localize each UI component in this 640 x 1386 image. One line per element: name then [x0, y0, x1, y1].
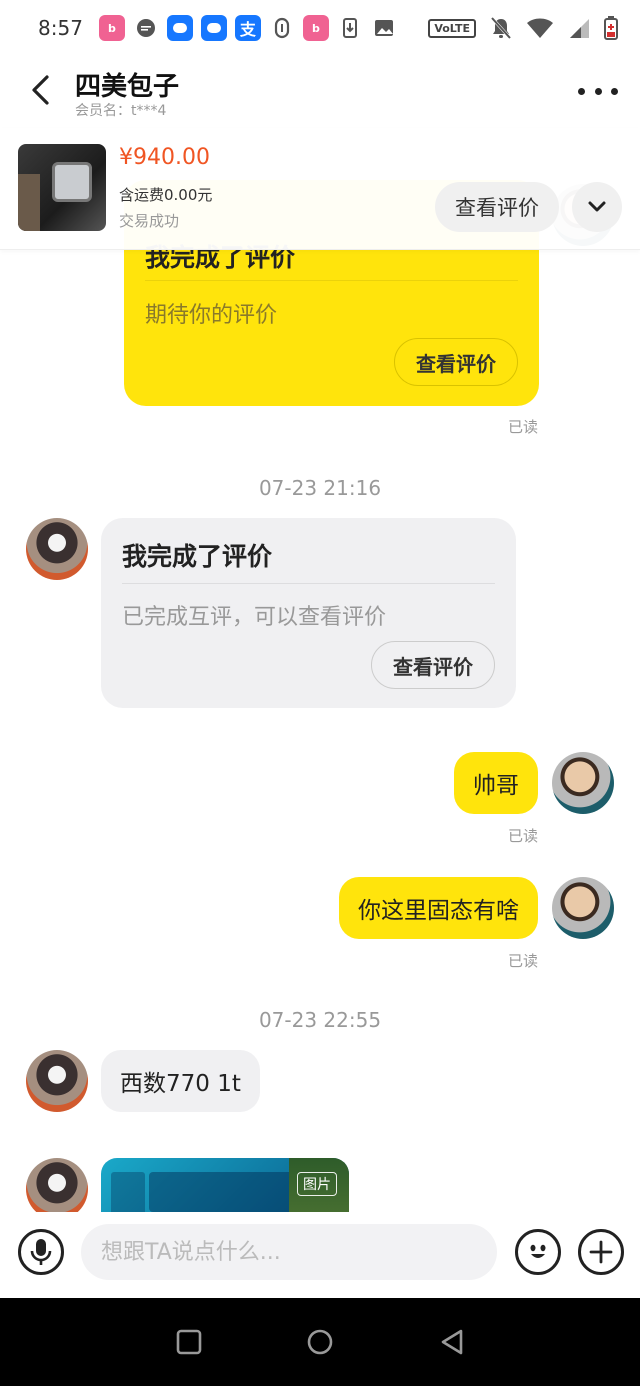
app-notification-icon-2 [200, 15, 227, 41]
product-price: ¥940.00 [119, 145, 210, 170]
recents-icon [176, 1329, 202, 1355]
member-name: 会员名：t***4 [75, 103, 167, 119]
signal-icon [570, 19, 589, 38]
system-nav-bar [0, 1298, 640, 1386]
microphone-icon [30, 1239, 52, 1265]
battery-icon [604, 16, 618, 40]
voice-button[interactable] [18, 1229, 64, 1275]
view-review-button[interactable]: 查看评价 [371, 641, 495, 689]
mute-icon [490, 16, 512, 40]
chat-header: 四美包子 会员名：t***4 [0, 56, 640, 128]
add-button[interactable] [578, 1229, 624, 1275]
plus-icon [589, 1240, 613, 1264]
my-avatar[interactable] [552, 877, 614, 939]
back-button[interactable] [22, 70, 58, 110]
image-message[interactable]: 图片 [101, 1158, 349, 1212]
bilibili-notification-icon-2: b [302, 15, 329, 41]
chat-notification-icon [132, 15, 159, 41]
image-notification-icon [370, 15, 397, 41]
message-bubble-seller[interactable]: 西数770 1t [101, 1050, 260, 1112]
shipping-fee: 含运费0.00元 [119, 186, 213, 204]
view-review-button-top[interactable]: 查看评价 [435, 182, 559, 232]
volte-icon: VoLTE [428, 18, 476, 38]
seller-avatar[interactable] [26, 1050, 88, 1112]
more-options-button[interactable] [578, 78, 618, 104]
view-review-button[interactable]: 查看评价 [394, 338, 518, 386]
chat-title: 四美包子 [75, 72, 180, 102]
input-bar [0, 1212, 640, 1298]
my-avatar[interactable] [552, 752, 614, 814]
bilibili-notification-icon: b [98, 15, 125, 41]
shield-notification-icon [268, 15, 295, 41]
read-receipt: 已读 [507, 418, 538, 436]
status-bar: 8:57 b 支 b VoLTE [0, 0, 640, 56]
message-timestamp: 07-23 21:16 [258, 476, 382, 500]
review-card-title: 我完成了评价 [122, 542, 273, 571]
home-button[interactable] [306, 1328, 334, 1356]
seller-avatar[interactable] [26, 518, 88, 580]
chevron-down-icon [588, 201, 606, 212]
more-dot-icon [578, 87, 585, 95]
screenshot-sidebar [111, 1172, 145, 1212]
message-bubble-mine[interactable]: 你这里固态有啥 [339, 877, 538, 939]
product-card[interactable]: ¥940.00 含运费0.00元 交易成功 查看评价 [0, 128, 640, 250]
recents-button[interactable] [175, 1328, 203, 1356]
notification-icons: b 支 b [98, 15, 397, 41]
card-divider [122, 583, 495, 584]
expand-button[interactable] [572, 182, 622, 232]
screenshot-panel [149, 1172, 309, 1212]
seller-avatar[interactable] [26, 1158, 88, 1212]
review-card-desc: 已完成互评，可以查看评价 [122, 605, 387, 630]
back-nav-button[interactable] [438, 1328, 466, 1356]
back-arrow-icon [32, 75, 49, 105]
review-card-seller[interactable]: 我完成了评价 已完成互评，可以查看评价 查看评价 [101, 518, 516, 708]
image-badge: 图片 [297, 1172, 337, 1196]
alipay-notification-icon: 支 [234, 15, 261, 41]
emoji-button[interactable] [515, 1229, 561, 1275]
card-divider [145, 280, 518, 281]
system-status-icons: VoLTE [428, 16, 618, 40]
more-dot-icon [594, 87, 602, 95]
back-triangle-icon [441, 1329, 463, 1355]
status-time: 8:57 [38, 16, 83, 40]
read-receipt: 已读 [507, 952, 538, 970]
download-notification-icon [336, 15, 363, 41]
emoji-icon [530, 1244, 546, 1258]
read-receipt: 已读 [507, 827, 538, 845]
app-notification-icon [166, 15, 193, 41]
review-card-desc: 期待你的评价 [145, 303, 278, 328]
more-dot-icon [611, 87, 618, 95]
home-icon [307, 1329, 333, 1355]
wifi-icon [527, 18, 553, 38]
message-input[interactable] [81, 1224, 497, 1280]
product-thumbnail[interactable] [18, 144, 106, 231]
message-timestamp: 07-23 22:55 [258, 1008, 382, 1032]
chat-messages[interactable]: 我完成了评价 期待你的评价 查看评价 已读 07-23 21:16 我完成了评价… [0, 128, 640, 1212]
message-bubble-mine[interactable]: 帅哥 [454, 752, 538, 814]
trade-status: 交易成功 [119, 212, 180, 230]
